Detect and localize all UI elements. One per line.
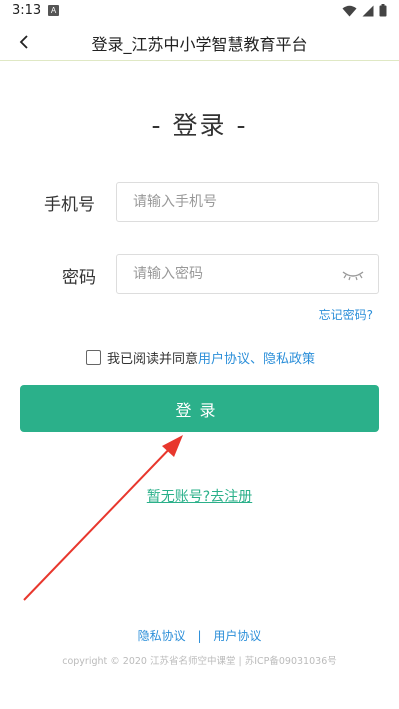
agree-separator: 、 [250,352,264,367]
signal-icon [362,5,374,16]
agree-checkbox[interactable] [86,350,101,365]
agreement-row: 我已阅读并同意 用户协议 、 隐私政策 [86,348,315,367]
battery-icon [379,4,387,17]
privacy-policy-link[interactable]: 隐私政策 [263,348,315,367]
status-icons [342,4,387,17]
footer-user-link[interactable]: 用户协议 [213,629,261,643]
login-heading: - 登录 - [151,111,248,140]
forgot-password-link[interactable]: 忘记密码? [319,306,373,323]
password-label: 密码 [62,268,96,288]
status-bar: 3:13 A [0,0,399,22]
page-title: 登录_江苏中小学智慧教育平台 [91,35,308,54]
copyright-text: copyright © 2020 江苏省名师空中课堂 | 苏ICP备090310… [62,656,337,667]
wifi-icon [342,5,357,16]
user-agreement-link[interactable]: 用户协议 [198,348,250,367]
password-input-box [116,254,379,294]
app-header: 登录_江苏中小学智慧教育平台 [0,22,399,61]
phone-label: 手机号 [44,195,95,215]
phone-input[interactable] [117,183,378,221]
login-button[interactable]: 登录 [20,385,379,432]
phone-input-box [116,182,379,222]
eye-closed-icon[interactable] [342,267,364,281]
register-link[interactable]: 暂无账号?去注册 [0,486,399,506]
agree-text: 我已阅读并同意 [107,352,199,367]
notification-a-icon: A [48,5,59,16]
password-input[interactable] [117,255,378,293]
footer-separator: | [197,629,202,643]
status-time: 3:13 [12,3,42,18]
footer-links: 隐私协议 | 用户协议 [0,627,399,644]
footer-privacy-link[interactable]: 隐私协议 [138,629,186,643]
